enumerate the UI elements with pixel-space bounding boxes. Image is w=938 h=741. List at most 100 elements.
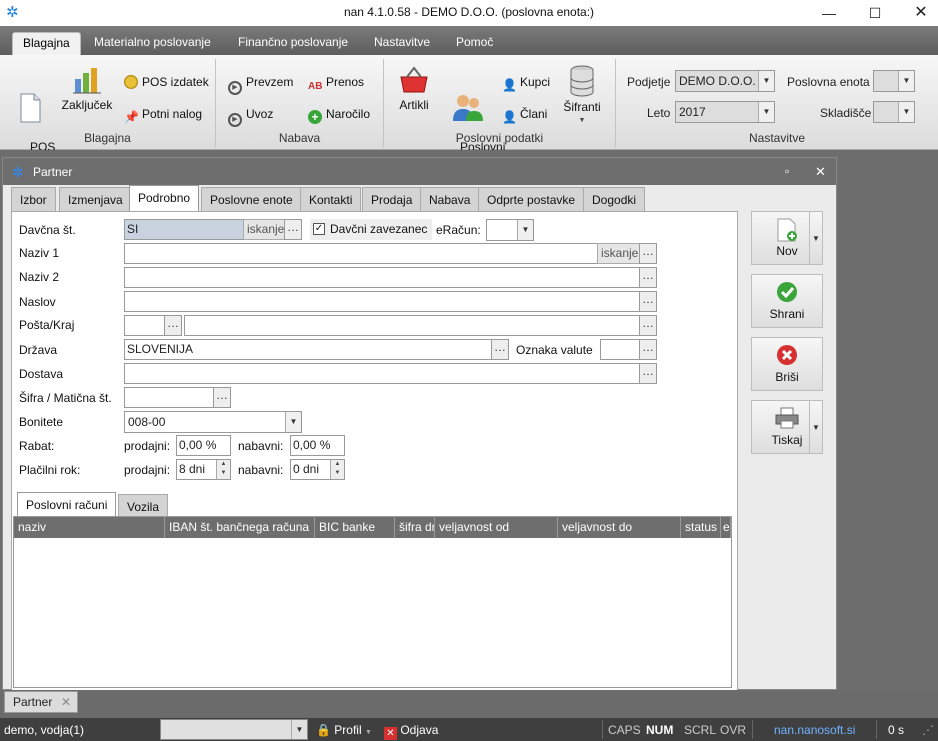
ellipsis-icon[interactable]: … (164, 315, 182, 336)
ellipsis-icon[interactable]: … (491, 339, 509, 360)
col-bic[interactable]: BIC banke (315, 517, 395, 538)
posta-input[interactable]: … (124, 315, 182, 336)
odjava-label: Odjava (400, 723, 439, 737)
maximize-icon[interactable]: ☐ (852, 0, 898, 26)
ellipsis-icon[interactable]: … (284, 219, 302, 240)
davcna-input[interactable]: SI iskanje … (124, 219, 302, 240)
rabat-prodajni-input[interactable]: 0,00 % (176, 435, 231, 456)
narocilo-button[interactable]: + Naročilo (308, 105, 370, 124)
tab-poslovne-enote[interactable]: Poslovne enote (201, 187, 302, 211)
sifranti-button[interactable]: Šifranti ▼ (560, 65, 604, 128)
dostava-input[interactable]: … (124, 363, 657, 384)
close-icon[interactable]: ✕ (898, 0, 938, 26)
sifra-label: Šifra / Matična št. (19, 391, 112, 405)
ellipsis-icon[interactable]: … (639, 243, 657, 264)
artikli-button[interactable]: Artikli (394, 65, 434, 112)
status-site-link[interactable]: nan.nanosoft.si (774, 723, 855, 737)
ellipsis-icon[interactable]: … (639, 291, 657, 312)
tab-odprte-postavke[interactable]: Odprte postavke (478, 187, 585, 211)
tab-kontakti[interactable]: Kontakti (300, 187, 362, 211)
col-veljavnost-od[interactable]: veljavnost od (435, 517, 558, 538)
resize-grip-icon[interactable]: ⋰ (922, 723, 934, 737)
ribbon-tab-pomoc[interactable]: Pomoč (446, 32, 503, 55)
ribbon-tab-blagajna[interactable]: Blagajna (12, 32, 81, 55)
zakljucek-button[interactable]: Zaključek (58, 65, 116, 112)
pos-izdatek-button[interactable]: POS izdatek (124, 73, 209, 91)
subtab-poslovni-racuni[interactable]: Poslovni računi (17, 492, 117, 518)
tab-nabava[interactable]: Nabava (420, 187, 480, 211)
restore-icon[interactable]: ▫ (785, 164, 789, 178)
leto-select[interactable]: 2017 ▼ (675, 101, 775, 123)
ellipsis-icon[interactable]: … (639, 315, 657, 336)
spin-arrows-icon[interactable]: ▲ ▼ (330, 460, 344, 479)
bank-accounts-grid[interactable]: naziv IBAN št. bančnega računa BIC banke… (13, 516, 732, 688)
tab-prodaja[interactable]: Prodaja (362, 187, 422, 211)
bonitete-select[interactable]: 008-00 ▼ (124, 411, 302, 433)
group-blagajna: POS račun Zaključek POS izdatek 📌Potni n… (0, 59, 216, 168)
rok-nabavni-stepper[interactable]: 0 dni ▲ ▼ (290, 459, 345, 480)
chevron-down-icon: ▼ (291, 720, 307, 739)
doc-tab-partner[interactable]: Partner ✕ (4, 691, 78, 713)
close-icon[interactable]: ✕ (815, 164, 826, 180)
potni-nalog-button[interactable]: 📌 Potni nalog (124, 105, 202, 124)
clani-button[interactable]: 👤 Člani (502, 105, 547, 124)
status-select[interactable]: ▼ (160, 719, 308, 740)
col-e[interactable]: e (721, 517, 731, 538)
chevron-down-icon: ▼ (812, 234, 820, 243)
ribbon-tab-financno[interactable]: Finančno poslovanje (228, 32, 358, 55)
sifra-input[interactable]: … (124, 387, 231, 408)
subtab-vozila[interactable]: Vozila (118, 494, 169, 518)
tab-izmenjava[interactable]: Izmenjava (59, 187, 132, 211)
tab-dogodki[interactable]: Dogodki (583, 187, 646, 211)
odjava-button[interactable]: ✕ Odjava (384, 723, 438, 740)
col-iban[interactable]: IBAN št. bančnega računa (165, 517, 315, 538)
poslovna-enota-select[interactable]: ▼ (873, 70, 915, 92)
naslov-label: Naslov (19, 295, 56, 309)
prevzem-button[interactable]: ▶ Prevzem (228, 73, 293, 95)
ribbon-tab-nastavitve[interactable]: Nastavitve (364, 32, 440, 55)
kupci-button[interactable]: 👤 Kupci (502, 73, 550, 92)
rabat-nabavni-input[interactable]: 0,00 % (290, 435, 345, 456)
nov-dropdown[interactable]: ▼ (809, 211, 823, 265)
prenos-button[interactable]: AB Prenos (308, 73, 364, 92)
eracun-select[interactable]: ▼ (486, 219, 534, 241)
tab-izbor[interactable]: Izbor (11, 187, 56, 211)
naziv1-input[interactable]: iskanje … (124, 243, 657, 264)
title-bar: ✲ nan 4.1.0.58 - DEMO D.O.O. (poslovna e… (0, 0, 938, 26)
uvoz-button[interactable]: ▶ Uvoz (228, 105, 273, 127)
rok-prodajni-stepper[interactable]: 8 dni ▲ ▼ (176, 459, 231, 480)
podjetje-select[interactable]: DEMO D.O.O. ▼ (675, 70, 775, 92)
col-sifra[interactable]: šifra dr (395, 517, 435, 538)
podjetje-label: Podjetje (627, 75, 671, 89)
group-nastavitve: Podjetje DEMO D.O.O. ▼ Leto 2017 ▼ Poslovn… (616, 59, 938, 147)
close-icon[interactable]: ✕ (61, 692, 71, 712)
naziv1-label: Naziv 1 (19, 246, 60, 260)
col-naziv[interactable]: naziv (14, 517, 165, 538)
tiskaj-dropdown[interactable]: ▼ (809, 400, 823, 454)
kraj-input[interactable]: … (184, 315, 657, 336)
spin-arrows-icon[interactable]: ▲ ▼ (216, 460, 230, 479)
tab-podrobno[interactable]: Podrobno (129, 185, 200, 212)
profil-button[interactable]: 🔒 Profil ▼ (316, 723, 372, 737)
drzava-input[interactable]: SLOVENIJA… (124, 339, 509, 360)
partner-window-titlebar: ✲ Partner ▫ ✕ (3, 158, 836, 185)
davcna-iskanje-button[interactable]: iskanje (243, 219, 289, 240)
davcni-zavezanec-checkbox[interactable]: ✓ Davčni zavezanec (310, 219, 432, 240)
ellipsis-icon[interactable]: … (639, 363, 657, 384)
minimize-icon[interactable]: — (806, 0, 852, 26)
brisi-button[interactable]: Briši (751, 337, 823, 391)
coins-icon (124, 75, 138, 89)
naziv2-input[interactable]: … (124, 267, 657, 288)
valuta-input[interactable]: … (600, 339, 657, 360)
skladisce-select[interactable]: ▼ (873, 101, 915, 123)
ribbon-tab-materialno[interactable]: Materialno poslovanje (84, 32, 221, 55)
davcni-zavezanec-label: Davčni zavezanec (330, 222, 428, 236)
ellipsis-icon[interactable]: … (639, 267, 657, 288)
naslov-input[interactable]: … (124, 291, 657, 312)
naziv1-iskanje-button[interactable]: iskanje (597, 243, 643, 264)
shrani-button[interactable]: Shrani (751, 274, 823, 328)
col-status[interactable]: status (681, 517, 721, 538)
col-veljavnost-do[interactable]: veljavnost do (558, 517, 681, 538)
ellipsis-icon[interactable]: … (639, 339, 657, 360)
ellipsis-icon[interactable]: … (213, 387, 231, 408)
